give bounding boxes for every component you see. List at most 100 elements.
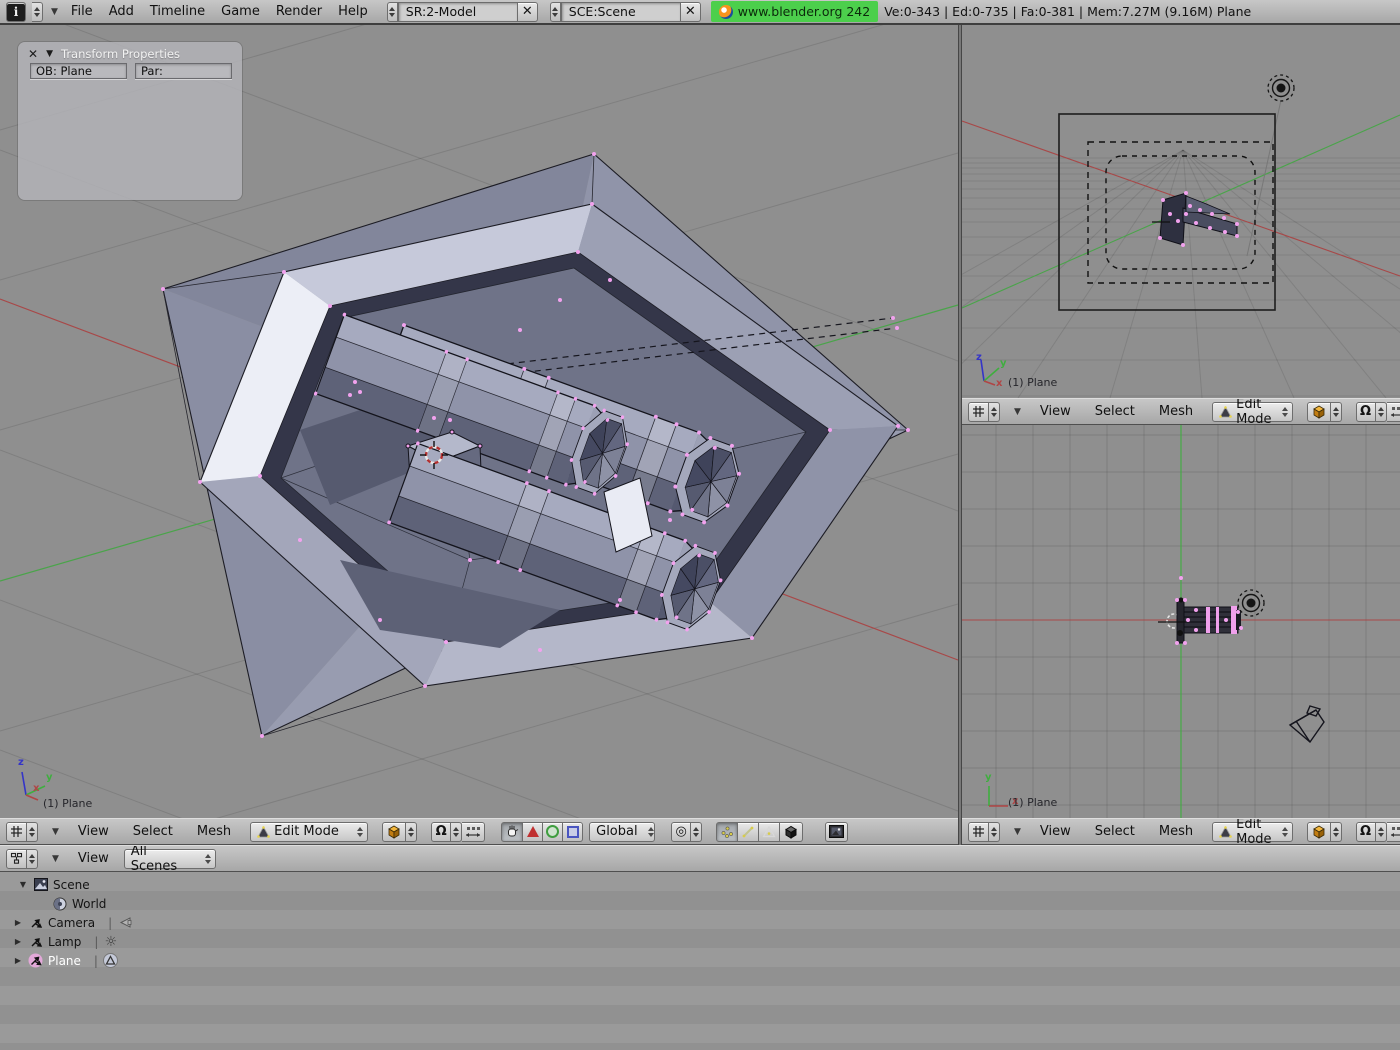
mode-dropdown-side[interactable]: Edit Mode bbox=[1212, 822, 1292, 842]
outliner-menu-view[interactable]: View bbox=[73, 851, 114, 866]
viewport-type-stepper-cam[interactable] bbox=[989, 402, 1000, 422]
manipulator-scale-button[interactable] bbox=[563, 822, 583, 842]
selected-vertex-dot bbox=[896, 424, 900, 428]
menu-view[interactable]: View bbox=[73, 824, 114, 839]
selected-vertex-dot bbox=[282, 270, 286, 274]
edge-select-button[interactable] bbox=[738, 822, 759, 842]
main-axis-z-label: z bbox=[18, 757, 24, 768]
orientation-dropdown[interactable]: Global bbox=[589, 822, 655, 842]
panel-collapse-icon[interactable]: ▼ bbox=[46, 49, 53, 59]
menu-select[interactable]: Select bbox=[128, 824, 178, 839]
outliner-row-lamp[interactable]: ▶ Lamp | ☼ bbox=[13, 932, 118, 951]
menu-mesh-side[interactable]: Mesh bbox=[1154, 824, 1198, 839]
draw-type-stepper-side[interactable] bbox=[1331, 822, 1342, 842]
outliner-row-camera[interactable]: ▶ Camera | bbox=[13, 913, 132, 932]
mode-dropdown[interactable]: Edit Mode bbox=[250, 822, 368, 842]
ob-field[interactable]: OB: Plane bbox=[30, 63, 127, 79]
cam-axis-y-label: y bbox=[1000, 358, 1007, 369]
draw-type-button-side[interactable] bbox=[1307, 822, 1331, 842]
menu-select-side[interactable]: Select bbox=[1090, 824, 1140, 839]
side-viewport[interactable] bbox=[962, 425, 1400, 818]
selected-vertex-dot bbox=[1183, 641, 1187, 645]
camera-viewport[interactable] bbox=[962, 25, 1400, 398]
menu-timeline[interactable]: Timeline bbox=[145, 4, 210, 19]
menu-view-cam[interactable]: View bbox=[1035, 404, 1076, 419]
expand-right-icon[interactable]: ▶ bbox=[13, 956, 23, 965]
manipulator-rotate-button[interactable] bbox=[543, 822, 563, 842]
draw-type-button[interactable] bbox=[382, 822, 406, 842]
scenes-filter-stepper bbox=[205, 851, 211, 867]
pivot-point-stepper[interactable] bbox=[691, 822, 702, 842]
screen-close-button[interactable]: ✕ bbox=[518, 2, 538, 22]
viewport-type-button-side[interactable] bbox=[968, 822, 989, 842]
par-field[interactable]: Par: bbox=[135, 63, 232, 79]
vertex-select-button[interactable] bbox=[716, 822, 738, 842]
viewport-type-stepper[interactable] bbox=[27, 822, 38, 842]
align-button[interactable] bbox=[462, 822, 485, 842]
outliner-type-stepper[interactable] bbox=[27, 849, 38, 869]
expand-right-icon[interactable]: ▶ bbox=[13, 937, 23, 946]
scene-icon bbox=[33, 877, 48, 892]
menu-render[interactable]: Render bbox=[271, 4, 327, 19]
solid-draw-cube-icon bbox=[1311, 403, 1327, 420]
rotation-pivot-stepper-side[interactable] bbox=[1376, 822, 1387, 842]
screen-field[interactable]: SR:2-Model bbox=[398, 2, 518, 22]
info-collapse-icon[interactable]: ▼ bbox=[49, 7, 60, 17]
info-window-type-stepper[interactable] bbox=[32, 2, 43, 22]
panel-close-icon[interactable]: ✕ bbox=[28, 47, 38, 61]
menu-mesh[interactable]: Mesh bbox=[192, 824, 236, 839]
transform-properties-panel[interactable]: ✕ ▼ Transform Properties OB: Plane Par: bbox=[18, 42, 242, 200]
align-button-side[interactable] bbox=[1387, 822, 1400, 842]
scenes-filter-dropdown[interactable]: All Scenes bbox=[124, 849, 216, 869]
draw-type-button-cam[interactable] bbox=[1307, 402, 1331, 422]
manipulator-translate-button[interactable] bbox=[523, 822, 543, 842]
scene-stepper[interactable] bbox=[550, 2, 561, 22]
draw-type-stepper-cam[interactable] bbox=[1331, 402, 1342, 422]
viewport-type-stepper-side[interactable] bbox=[989, 822, 1000, 842]
menu-help[interactable]: Help bbox=[333, 4, 373, 19]
rotation-pivot-stepper[interactable] bbox=[451, 822, 462, 842]
pivot-point-button[interactable]: ◎ bbox=[671, 822, 691, 842]
occlude-geometry-button[interactable] bbox=[780, 822, 803, 842]
render-preview-button[interactable] bbox=[825, 822, 848, 842]
selected-vertex-dot bbox=[1235, 234, 1239, 238]
scene-close-button[interactable]: ✕ bbox=[681, 2, 701, 22]
manipulator-hand-button[interactable] bbox=[501, 822, 523, 842]
menu-add[interactable]: Add bbox=[104, 4, 139, 19]
area-splitter[interactable] bbox=[958, 25, 962, 845]
screen-stepper[interactable] bbox=[387, 2, 398, 22]
selected-vertex-dot bbox=[1183, 598, 1187, 602]
menu-mesh-cam[interactable]: Mesh bbox=[1154, 404, 1198, 419]
header-collapse-icon-side[interactable]: ▼ bbox=[1012, 827, 1023, 837]
expand-down-icon[interactable]: ▼ bbox=[18, 880, 28, 889]
face-select-button[interactable] bbox=[759, 822, 780, 842]
draw-type-stepper[interactable] bbox=[406, 822, 417, 842]
menu-select-cam[interactable]: Select bbox=[1090, 404, 1140, 419]
header-collapse-icon[interactable]: ▼ bbox=[50, 827, 61, 837]
menu-view-side[interactable]: View bbox=[1035, 824, 1076, 839]
menu-file[interactable]: File bbox=[66, 4, 98, 19]
mode-dropdown-cam[interactable]: Edit Mode bbox=[1212, 402, 1292, 422]
menu-game[interactable]: Game bbox=[216, 4, 265, 19]
rotation-pivot-button-side[interactable]: Ω bbox=[1356, 822, 1376, 842]
selected-vertex-dot bbox=[423, 684, 427, 688]
scene-field[interactable]: SCE:Scene bbox=[561, 2, 681, 22]
header-collapse-icon-cam[interactable]: ▼ bbox=[1012, 407, 1023, 417]
outliner-collapse-icon[interactable]: ▼ bbox=[50, 854, 61, 864]
info-window-type-button[interactable]: i bbox=[6, 2, 26, 22]
viewport-type-button-cam[interactable] bbox=[968, 402, 989, 422]
expand-right-icon[interactable]: ▶ bbox=[13, 918, 23, 927]
align-button-cam[interactable] bbox=[1387, 402, 1400, 422]
outliner-type-button[interactable] bbox=[6, 849, 27, 869]
camera-data-icon bbox=[117, 915, 132, 930]
selected-vertex-dot bbox=[1239, 626, 1243, 630]
outliner-row-world[interactable]: World bbox=[52, 894, 106, 913]
rotation-pivot-button[interactable]: Ω bbox=[431, 822, 451, 842]
face-mode-icon bbox=[762, 825, 776, 839]
outliner-row-scene[interactable]: ▼ Scene bbox=[18, 875, 90, 894]
rotation-pivot-stepper-cam[interactable] bbox=[1376, 402, 1387, 422]
viewport-type-button[interactable] bbox=[6, 822, 27, 842]
rotation-pivot-button-cam[interactable]: Ω bbox=[1356, 402, 1376, 422]
outliner-row-plane[interactable]: ▶ Plane | bbox=[13, 951, 118, 970]
selected-vertex-dot bbox=[750, 636, 754, 640]
